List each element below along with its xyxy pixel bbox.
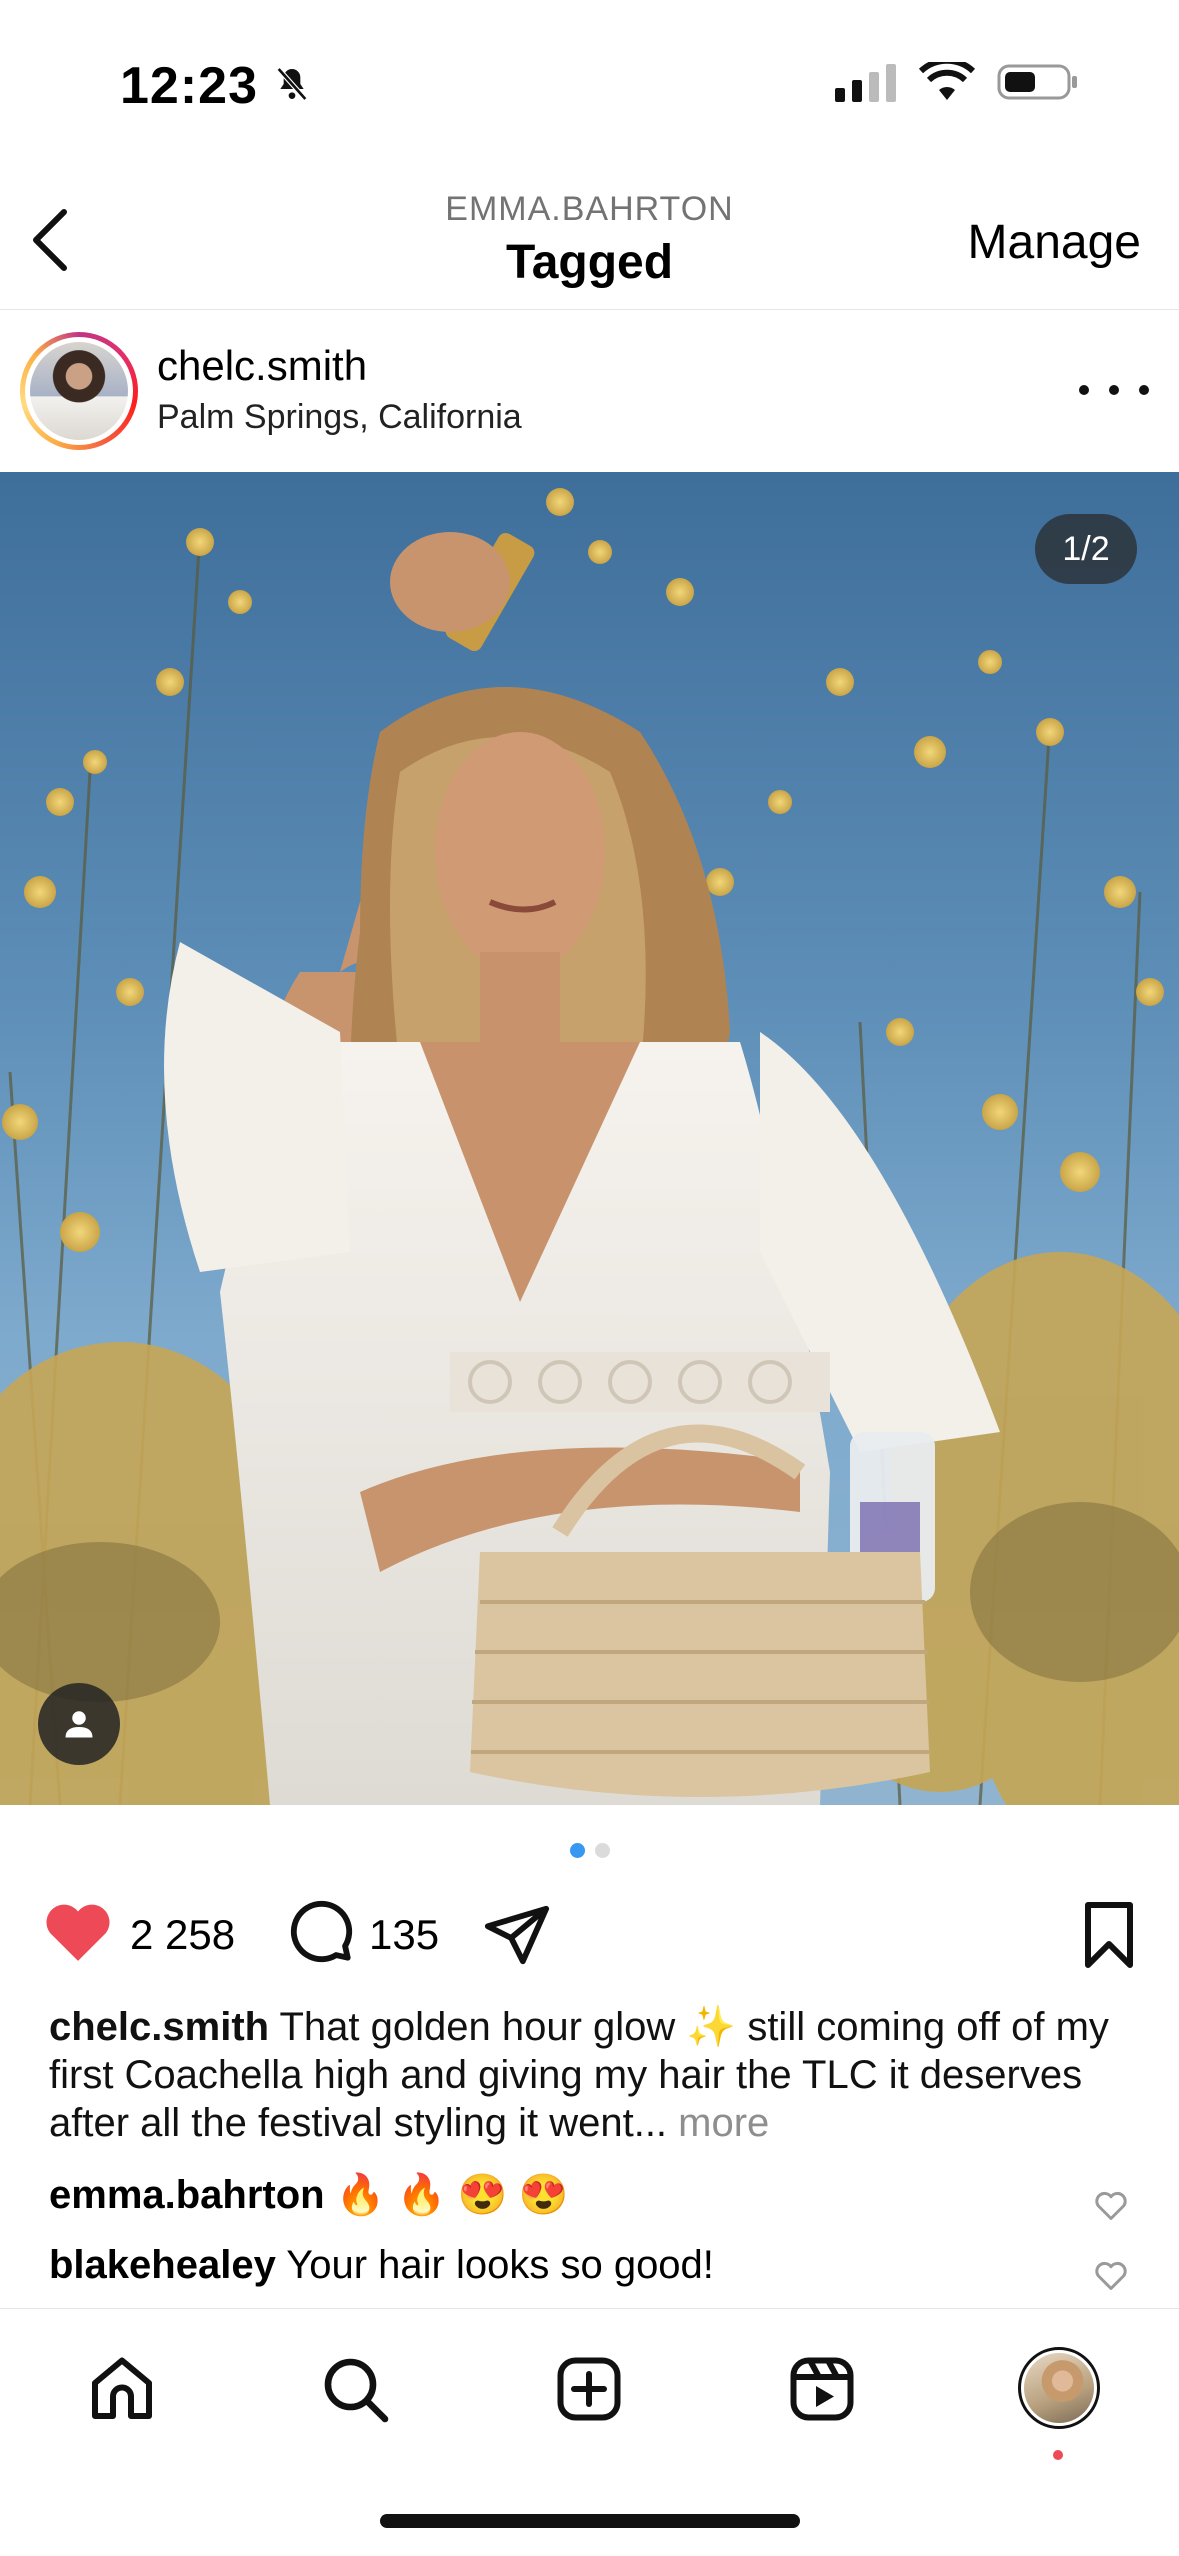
silent-mode-icon — [272, 64, 312, 109]
battery-icon — [997, 62, 1079, 107]
carousel-indicator — [0, 1843, 1179, 1858]
image-counter-badge: 1/2 — [1035, 514, 1137, 584]
wifi-icon — [918, 57, 976, 107]
post-photo-illustration — [0, 488, 1179, 1805]
comment-like-button[interactable] — [1093, 2249, 1129, 2309]
tab-profile[interactable] — [1018, 2347, 1100, 2429]
person-icon — [65, 1711, 93, 1738]
manage-button[interactable]: Manage — [968, 215, 1141, 270]
home-indicator — [380, 2514, 800, 2528]
notification-dot — [1053, 2450, 1063, 2460]
post-location[interactable]: Palm Springs, California — [157, 398, 522, 437]
paper-plane-icon — [484, 1905, 550, 1965]
post-actions: 2 258 135 — [0, 1895, 1179, 1975]
comment-icon — [290, 1900, 353, 1963]
comment-button[interactable] — [285, 1895, 355, 1975]
cellular-signal-icon — [835, 62, 897, 107]
comment-username[interactable]: blakehealey — [49, 2243, 276, 2287]
heart-outline-icon — [1095, 2261, 1127, 2290]
status-bar: 12:23 — [0, 0, 1179, 150]
comment-like-button[interactable] — [1093, 2179, 1129, 2239]
comment-row: blakehealey Your hair looks so good! — [49, 2235, 1129, 2305]
story-ring-avatar[interactable] — [20, 332, 138, 450]
share-button[interactable] — [482, 1895, 552, 1975]
bookmark-icon — [1085, 1902, 1133, 1968]
comment-text: Your hair looks so good! — [286, 2243, 714, 2287]
status-icons — [835, 57, 1079, 107]
profile-avatar — [1024, 2353, 1094, 2423]
tab-home[interactable] — [82, 2349, 162, 2429]
more-options-button[interactable] — [1079, 375, 1149, 405]
time-container: 12:23 — [120, 56, 312, 116]
home-icon — [92, 2357, 152, 2419]
heart-filled-icon — [46, 1904, 110, 1961]
like-count[interactable]: 2 258 — [130, 1911, 235, 1959]
tab-reels[interactable] — [782, 2349, 862, 2429]
tab-search[interactable] — [315, 2349, 395, 2429]
comments-preview: emma.bahrton 🔥 🔥 😍 😍 blakehealey Your ha… — [49, 2165, 1129, 2305]
comment-group: 135 — [285, 1895, 439, 1975]
tagged-people-button[interactable] — [38, 1683, 120, 1765]
heart-outline-icon — [1095, 2191, 1127, 2220]
page-header: EMMA.BAHRTON Tagged Manage — [0, 150, 1179, 310]
comment-username[interactable]: emma.bahrton — [49, 2173, 325, 2217]
reels-icon — [790, 2357, 854, 2421]
status-time: 12:23 — [120, 57, 258, 115]
avatar — [30, 342, 128, 440]
save-button[interactable] — [1079, 1895, 1139, 1975]
like-group: 2 258 — [40, 1895, 235, 1975]
carousel-dot-active — [569, 1843, 585, 1858]
like-button[interactable] — [40, 1896, 116, 1974]
comment-text: 🔥 🔥 😍 😍 — [335, 2173, 569, 2217]
carousel-dot — [594, 1843, 610, 1858]
tab-create[interactable] — [549, 2349, 629, 2429]
post-caption: chelc.smith That golden hour glow ✨ stil… — [49, 2003, 1129, 2147]
caption-more-link[interactable]: more — [678, 2101, 769, 2145]
comment-count[interactable]: 135 — [369, 1911, 439, 1959]
caption-username[interactable]: chelc.smith — [49, 2005, 269, 2049]
search-icon — [324, 2358, 389, 2423]
post-image[interactable]: 1/2 — [0, 472, 1179, 1805]
plus-square-icon — [557, 2357, 621, 2421]
comment-row: emma.bahrton 🔥 🔥 😍 😍 — [49, 2165, 1129, 2235]
post-header: chelc.smith Palm Springs, California — [0, 310, 1179, 470]
post-username[interactable]: chelc.smith — [157, 342, 367, 390]
